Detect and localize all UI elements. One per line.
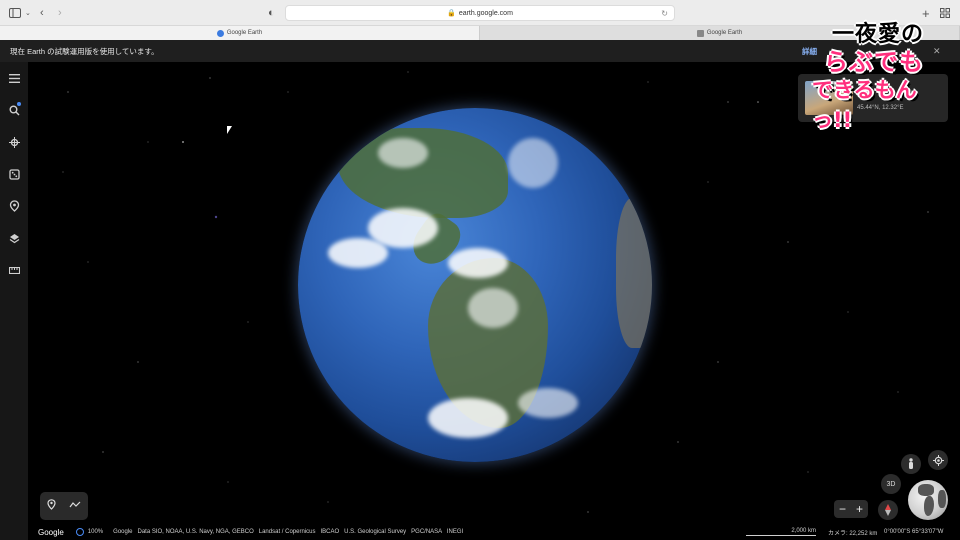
dice-icon[interactable] — [4, 164, 24, 184]
menu-icon[interactable] — [4, 68, 24, 88]
tab-title: Google Earth — [226, 30, 263, 36]
zoom-in-button[interactable]: + — [856, 502, 863, 516]
notification-dot — [17, 102, 21, 106]
tab-strip: Google Earth Google Earth — [0, 26, 960, 40]
experimental-banner: 現在 Earth の試験運用版を使用しています。 詳細 ✕ — [0, 40, 960, 62]
my-location-icon[interactable] — [928, 450, 948, 470]
camera-altitude: カメラ: 22,252 km — [828, 530, 878, 537]
zoom-level: 100% — [87, 529, 104, 535]
mini-globe-map[interactable] — [908, 480, 948, 520]
mini-globe-land — [924, 496, 934, 516]
north-america-land — [338, 128, 508, 218]
africa-edge-land — [616, 198, 652, 348]
location-thumbnail — [805, 81, 853, 115]
path-tool-icon[interactable] — [69, 500, 81, 512]
tab-title: Google Earth — [706, 30, 743, 36]
zoom-out-button[interactable]: − — [839, 502, 846, 516]
privacy-shield-icon[interactable]: ◐ — [268, 3, 275, 23]
cloud — [368, 208, 438, 248]
chevron-down-icon[interactable]: ⌄ — [25, 3, 31, 23]
mini-globe-land — [918, 484, 934, 496]
view-3d-button[interactable]: 3D — [881, 474, 901, 494]
bottom-tools — [40, 492, 88, 520]
browser-toolbar: ⌄ ‹ › ◐ 🔒 earth.google.com ↻ + — [0, 0, 960, 26]
projects-icon[interactable] — [4, 196, 24, 216]
tab-google-earth-1[interactable]: Google Earth — [0, 26, 480, 40]
close-icon[interactable]: ✕ — [933, 46, 941, 57]
status-footer: Google 100% Google Data SIO, NOAA, U.S. … — [28, 524, 960, 540]
scale-bar: 2,000 km — [746, 528, 816, 536]
tab-google-earth-2[interactable]: Google Earth — [480, 26, 960, 40]
mini-globe-land — [938, 490, 946, 508]
voyager-icon[interactable] — [4, 132, 24, 152]
attribution[interactable]: Google Data SIO, NOAA, U.S. Navy, NGA, G… — [113, 529, 463, 535]
earth-favicon-icon — [696, 29, 704, 37]
globe-viewport[interactable] — [28, 62, 960, 540]
lock-icon: 🔒 — [447, 10, 456, 17]
cursor-position: 0°00'00"S 65°33'07"W — [884, 529, 944, 535]
cloud — [508, 138, 558, 188]
ruler-icon[interactable] — [4, 260, 24, 280]
cloud — [428, 398, 508, 438]
google-logo: Google — [38, 527, 64, 537]
banner-message: 現在 Earth の試験運用版を使用しています。 — [10, 46, 159, 56]
pegman-icon[interactable] — [901, 454, 921, 474]
loading-ring-icon — [75, 528, 84, 536]
cloud — [518, 388, 578, 418]
left-sidebar — [0, 62, 28, 540]
cloud — [448, 248, 508, 278]
zoom-controls: − + — [834, 500, 868, 518]
tab-overview-icon[interactable] — [940, 3, 950, 23]
address-bar[interactable]: 🔒 earth.google.com ↻ — [285, 5, 675, 21]
search-icon[interactable] — [4, 100, 24, 120]
layers-icon[interactable] — [4, 228, 24, 248]
mouse-cursor — [227, 126, 236, 134]
place-marker-icon[interactable] — [47, 499, 56, 513]
cloud — [468, 288, 518, 328]
earth-favicon-icon — [216, 29, 224, 37]
url-text: earth.google.com — [458, 9, 513, 17]
details-link[interactable]: 詳細 — [802, 46, 817, 57]
earth-globe[interactable] — [298, 108, 652, 462]
location-coords: 45.44°N, 12.32°E — [857, 105, 904, 111]
location-info-card[interactable]: 45.44°N, 12.32°E — [798, 74, 948, 122]
forward-icon[interactable]: › — [58, 3, 62, 23]
back-icon[interactable]: ‹ — [40, 3, 44, 23]
cloud — [378, 138, 428, 168]
reload-icon[interactable]: ↻ — [661, 9, 668, 18]
sidebar-toggle-icon[interactable] — [9, 3, 21, 23]
new-tab-icon[interactable]: + — [922, 3, 930, 23]
compass-icon[interactable] — [878, 500, 898, 520]
